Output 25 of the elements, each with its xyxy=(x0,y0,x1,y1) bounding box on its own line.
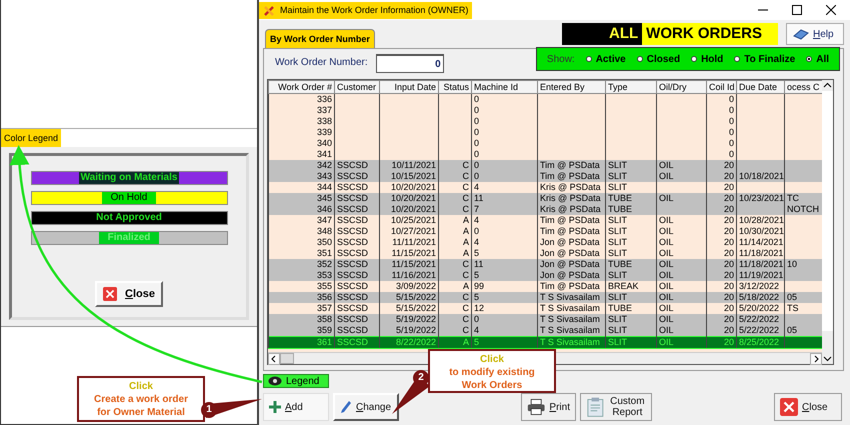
table-cell: T S Sivasailam xyxy=(538,336,606,348)
table-cell: 8/25/2022 xyxy=(736,336,784,348)
callout-text: Click xyxy=(129,380,153,393)
legend-label: Not Approved xyxy=(95,212,163,224)
banner-label: ALL xyxy=(562,23,642,45)
window-title: Maintain the Work Order Information (OWNER) xyxy=(259,2,472,18)
callout-text: Click xyxy=(480,353,504,366)
table-cell: 361 xyxy=(268,336,334,348)
filter-label: Show: xyxy=(546,54,575,64)
callout-text: for Owner Material xyxy=(97,406,185,419)
table-cell: 20 xyxy=(706,336,736,348)
field-label: Work Order Number: xyxy=(275,57,368,68)
legend-title: Color Legend xyxy=(1,129,62,147)
legend-label: Finalized xyxy=(98,232,160,244)
callout-text: to modify existing xyxy=(449,366,535,379)
legend-label: On Hold xyxy=(102,192,156,204)
callout-text: Work Orders xyxy=(462,379,522,392)
table-cell: 5 xyxy=(472,336,538,348)
table-cell: OIL xyxy=(656,336,706,348)
table-cell: 8/22/2022 xyxy=(380,336,438,348)
legend-label: Waiting on Materials xyxy=(78,172,180,184)
callout-text: Create a work order xyxy=(94,393,188,406)
banner-title: WORK ORDERS xyxy=(642,23,778,45)
table-cell: SLIT xyxy=(606,336,656,348)
table-cell: SSCSD xyxy=(334,336,380,348)
